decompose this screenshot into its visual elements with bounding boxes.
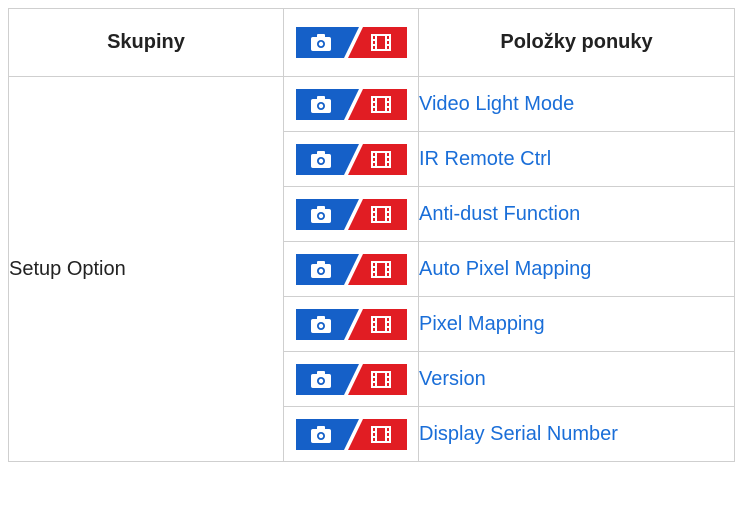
menu-item-cell: Auto Pixel Mapping — [418, 241, 735, 297]
menu-item-cell: Video Light Mode — [418, 76, 735, 132]
mode-badge — [295, 143, 407, 175]
menu-item-cell: Version — [418, 351, 735, 407]
table-row: Setup Option Video Light Mode — [8, 76, 735, 462]
mode-cell — [283, 131, 419, 187]
menu-item-link[interactable]: Display Serial Number — [419, 423, 618, 445]
menu-item-cell: Display Serial Number — [418, 406, 735, 462]
header-groups: Skupiny — [8, 8, 284, 77]
mode-cell — [283, 76, 419, 132]
mode-cell — [283, 296, 419, 352]
mode-badge — [295, 27, 407, 58]
menu-item-link[interactable]: Anti-dust Function — [419, 203, 580, 225]
mode-badge — [295, 308, 407, 340]
group-cell: Setup Option — [8, 76, 284, 462]
mode-badge — [295, 363, 407, 395]
menu-item-cell: IR Remote Ctrl — [418, 131, 735, 187]
header-menu-items: Položky ponuky — [418, 8, 735, 77]
menu-item-link[interactable]: Video Light Mode — [419, 93, 574, 115]
menu-item-link[interactable]: IR Remote Ctrl — [419, 148, 551, 170]
mode-badge — [295, 198, 407, 230]
mode-badge — [295, 253, 407, 285]
mode-cell — [283, 351, 419, 407]
header-mode — [283, 8, 419, 77]
mode-badge — [295, 88, 407, 120]
menu-item-link[interactable]: Auto Pixel Mapping — [419, 258, 591, 280]
mode-cell — [283, 186, 419, 242]
mode-badge — [295, 418, 407, 450]
mode-cell — [283, 406, 419, 462]
menu-item-link[interactable]: Version — [419, 368, 486, 390]
menu-item-cell: Anti-dust Function — [418, 186, 735, 242]
mode-cell — [283, 241, 419, 297]
menu-items-table: Skupiny Položky ponuky Setup Option Video… — [8, 8, 735, 462]
menu-item-link[interactable]: Pixel Mapping — [419, 313, 545, 335]
menu-item-cell: Pixel Mapping — [418, 296, 735, 352]
table-header-row: Skupiny Položky ponuky — [8, 8, 735, 77]
